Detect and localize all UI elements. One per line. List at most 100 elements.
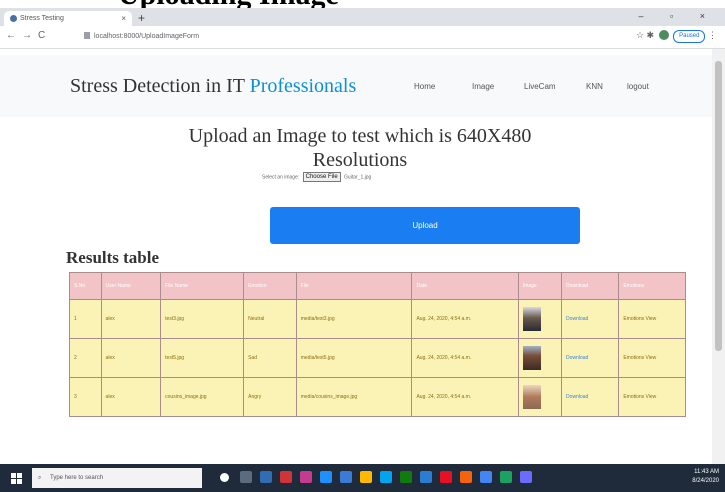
cortana-icon[interactable] (220, 473, 229, 482)
url-field[interactable]: localhost:8000/UploadImageForm (84, 32, 199, 40)
taskbar-app-icon[interactable] (280, 471, 292, 483)
cell-emotion: Sad (243, 338, 297, 378)
upload-button[interactable]: Upload (270, 207, 580, 244)
photo-thumbnail[interactable] (522, 346, 541, 370)
col-image: Image (517, 272, 563, 300)
cell-sno: 3 (69, 377, 102, 417)
cell-emotions[interactable]: Emotions View (618, 299, 686, 339)
col-emotion: Emotion (243, 272, 297, 300)
star-icon[interactable]: ☆ (636, 30, 644, 40)
cell-emotion: Angry (243, 377, 297, 417)
nav-buttons[interactable]: ←→C (6, 30, 51, 41)
table-row: 3 alex cousins_image.jpg Angry media/cou… (69, 377, 686, 417)
back-icon[interactable]: ← (6, 30, 22, 41)
file-label: Select an image: (262, 174, 300, 181)
profile-status[interactable]: Paused (673, 30, 706, 43)
cell-date: Aug. 24, 2020, 4:54 a.m. (411, 338, 519, 378)
cell-file: media/test5.jpg (295, 338, 413, 378)
nav-link-knn[interactable]: KNN (586, 82, 603, 91)
page-scrollbar[interactable] (712, 49, 725, 464)
brand-accent: Professionals (249, 75, 357, 97)
cell-download: Download (561, 377, 620, 417)
table-row: 1 alex test3.jpg Neutral media/test3.jpg… (69, 299, 686, 339)
col-date: Date (411, 272, 519, 300)
system-tray[interactable]: 11:43 AM 8/24/2020 (692, 468, 719, 486)
task-view-icon[interactable] (240, 471, 252, 483)
info-icon[interactable] (84, 32, 90, 39)
cell-user: alex (100, 299, 162, 339)
taskbar-search[interactable]: ⌕ Type here to search (32, 468, 202, 488)
tab-title: Stress Testing (20, 15, 64, 22)
tray-date: 8/24/2020 (692, 478, 719, 484)
cell-file: media/cousins_image.jpg (295, 377, 413, 417)
browser-tabbar: Stress Testing × + – ▫ × (0, 8, 725, 26)
results-table: S.No User Name File Name Emotion File Da… (69, 272, 686, 417)
taskbar-app-icon[interactable] (320, 471, 332, 483)
window-controls[interactable]: – ▫ × (639, 11, 717, 21)
taskbar-search-placeholder: Type here to search (50, 475, 104, 481)
favicon-icon (10, 15, 17, 22)
menu-icon[interactable]: ⋮ (708, 30, 717, 40)
site-brand[interactable]: Stress Detection in IT Professionals (70, 75, 356, 98)
nav-link-home[interactable]: Home (414, 82, 435, 91)
nav-link-logout[interactable]: logout (627, 82, 649, 91)
scrollbar-thumb[interactable] (715, 61, 722, 351)
cell-user: alex (100, 338, 162, 378)
photo-thumbnail[interactable] (522, 307, 541, 331)
choose-file-button[interactable]: Choose File (302, 172, 341, 182)
photo-thumbnail[interactable] (522, 385, 541, 409)
download-link[interactable]: Download (566, 316, 588, 322)
download-link[interactable]: Download (566, 355, 588, 361)
browser-tab[interactable]: Stress Testing × (4, 11, 132, 26)
chrome-icon[interactable] (480, 471, 492, 483)
forward-icon[interactable]: → (22, 30, 38, 41)
cell-download: Download (561, 299, 620, 339)
taskbar-app-icon[interactable] (340, 471, 352, 483)
download-link[interactable]: Download (566, 394, 588, 400)
col-user-name: User Name (100, 272, 162, 300)
cell-sno: 2 (69, 338, 102, 378)
taskbar-app-icon[interactable] (260, 471, 272, 483)
avatar[interactable] (658, 30, 669, 40)
file-explorer-icon[interactable] (360, 471, 372, 483)
cell-emotions[interactable]: Emotions View (618, 338, 686, 378)
taskbar-app-icon[interactable] (520, 471, 532, 483)
reload-icon[interactable]: C (38, 30, 51, 41)
windows-start-icon[interactable] (11, 473, 22, 484)
search-icon: ⌕ (38, 475, 42, 481)
top-banner: Uploading Image (0, 0, 725, 8)
windows-taskbar: ⌕ Type here to search 11:43 AM 8/24/2020 (0, 464, 725, 492)
top-banner-text: Uploading Image (118, 0, 339, 8)
col-file-name: File Name (160, 272, 245, 300)
cell-image (517, 377, 563, 417)
file-name: Guitar_1.jpg (344, 174, 372, 181)
col-sno: S.No (69, 272, 102, 300)
table-header-row: S.No User Name File Name Emotion File Da… (69, 272, 686, 300)
nav-link-image[interactable]: Image (472, 82, 494, 91)
cell-user: alex (100, 377, 162, 417)
nav-link-livecam[interactable]: LiveCam (524, 82, 556, 91)
cell-file: media/test3.jpg (295, 299, 413, 339)
site-navbar: Stress Detection in IT Professionals Hom… (0, 55, 712, 117)
taskbar-app-icon[interactable] (420, 471, 432, 483)
cell-emotions[interactable]: Emotions View (618, 377, 686, 417)
table-row: 2 alex test5.jpg Sad media/test5.jpg Aug… (69, 338, 686, 378)
url-text: localhost:8000/UploadImageForm (94, 33, 200, 40)
extensions-icon[interactable]: ✱ (647, 30, 655, 40)
cell-date: Aug. 24, 2020, 4:54 a.m. (411, 377, 519, 417)
cell-file-name: test3.jpg (160, 299, 245, 339)
taskbar-app-icon[interactable] (460, 471, 472, 483)
brand-main: Stress Detection in IT (70, 75, 250, 97)
taskbar-app-icon[interactable] (300, 471, 312, 483)
taskbar-app-icon[interactable] (400, 471, 412, 483)
tab-close-icon[interactable]: × (121, 11, 126, 26)
cell-date: Aug. 24, 2020, 4:54 a.m. (411, 299, 519, 339)
upload-heading: Upload an Image to test which is 640X480… (188, 125, 532, 171)
cell-image (517, 299, 563, 339)
cell-emotion: Neutral (243, 299, 297, 339)
new-tab-button[interactable]: + (138, 11, 145, 25)
address-bar: ←→C localhost:8000/UploadImageForm ☆ ✱ P… (0, 26, 725, 49)
edge-icon[interactable] (380, 471, 392, 483)
taskbar-app-icon[interactable] (440, 471, 452, 483)
taskbar-app-icon[interactable] (500, 471, 512, 483)
